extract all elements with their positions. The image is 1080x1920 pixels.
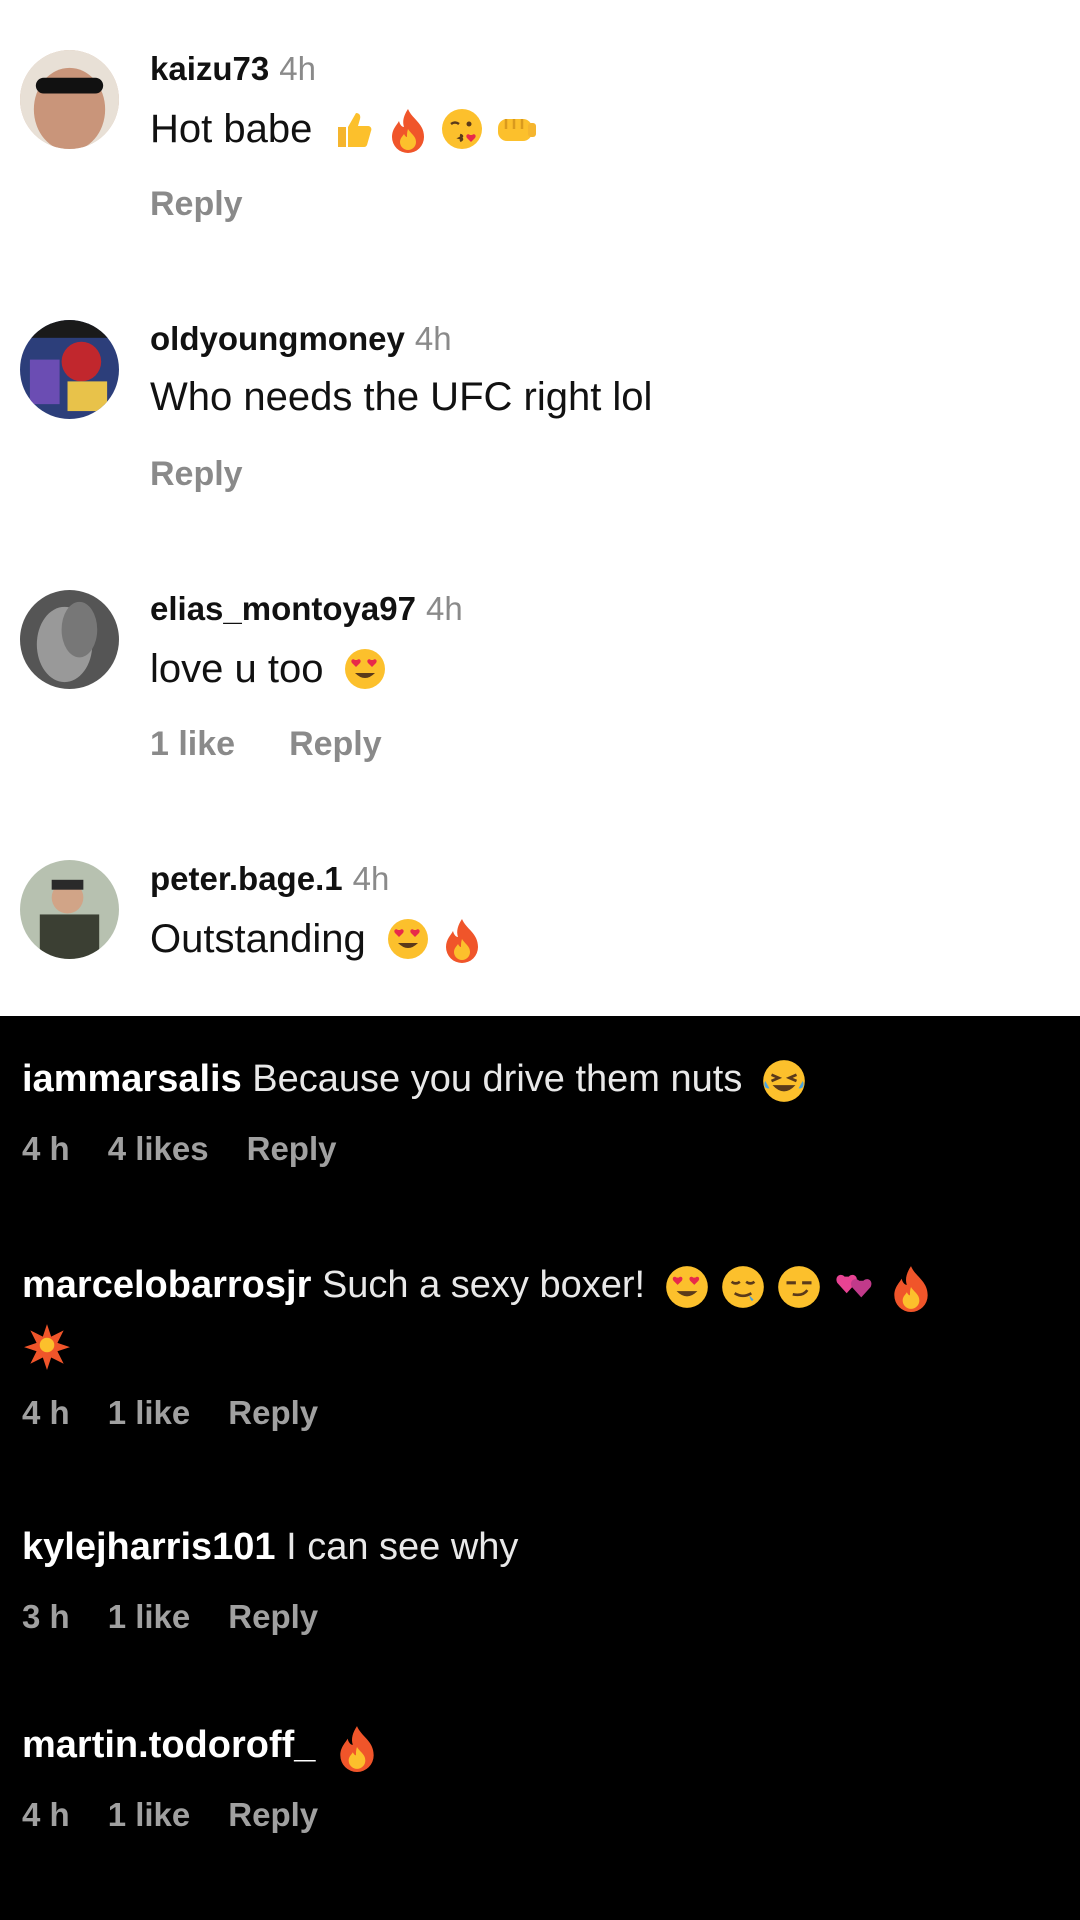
dark-comments-panel: iammarsalis Because you drive them nuts …: [0, 1016, 1080, 1920]
comment-header: elias_montoya97 4h: [150, 590, 463, 628]
drooling-face-icon: [718, 1262, 768, 1312]
fire-icon: [384, 105, 432, 153]
comment-body: Who needs the UFC right lol: [150, 375, 652, 420]
timestamp: 4 h: [22, 1394, 70, 1431]
likes-count[interactable]: 1 like: [108, 1394, 191, 1432]
username[interactable]: iammarsalis: [22, 1058, 242, 1100]
reply-button[interactable]: Reply: [289, 725, 382, 764]
username[interactable]: martin.todoroff_: [22, 1724, 315, 1766]
avatar[interactable]: [20, 50, 119, 149]
smirk-face-icon: [774, 1262, 824, 1312]
comment-text: Because you drive them nuts: [252, 1058, 743, 1100]
heart-eyes-face-icon: [384, 915, 432, 963]
laughing-tears-face-icon: [759, 1056, 809, 1106]
fire-icon: [886, 1262, 936, 1312]
username[interactable]: kylejharris101: [22, 1526, 276, 1568]
reply-button[interactable]: Reply: [228, 1394, 318, 1432]
comment-actions: 1 like Reply: [150, 725, 382, 764]
comment-text: Such a sexy boxer!: [321, 1264, 646, 1306]
comment-actions: Reply: [150, 185, 243, 224]
comment-item: oldyoungmoney 4h Who needs the UFC right …: [0, 310, 1080, 510]
comment-text: Outstanding: [150, 916, 366, 961]
timestamp: 4h: [414, 320, 452, 357]
comment-body: kylejharris101 I can see why: [22, 1518, 1072, 1576]
likes-count[interactable]: 1 like: [108, 1796, 191, 1834]
username[interactable]: elias_montoya97: [150, 590, 416, 627]
timestamp: 4h: [425, 590, 463, 627]
fire-icon: [332, 1722, 382, 1772]
comment-body: martin.todoroff_: [22, 1716, 1072, 1774]
username[interactable]: marcelobarrosjr: [22, 1264, 311, 1306]
comment-header: oldyoungmoney 4h: [150, 320, 452, 358]
likes-count[interactable]: 4 likes: [108, 1130, 209, 1168]
comment-body: iammarsalis Because you drive them nuts: [22, 1050, 1072, 1108]
heart-eyes-face-icon: [662, 1262, 712, 1312]
comment-body: Hot babe: [150, 105, 540, 153]
comment-text: Hot babe: [150, 106, 313, 151]
username[interactable]: peter.bage.1: [150, 860, 343, 897]
avatar[interactable]: [20, 320, 119, 419]
reply-button[interactable]: Reply: [150, 455, 243, 494]
likes-count[interactable]: 1 like: [150, 725, 235, 764]
thumbs-up-icon: [330, 105, 378, 153]
comment-item: kylejharris101 I can see why 3 h 1 like …: [22, 1518, 1072, 1636]
heart-eyes-face-icon: [341, 645, 389, 693]
comment-actions: 4 h 4 likes Reply: [22, 1130, 1072, 1168]
timestamp: 3 h: [22, 1598, 70, 1635]
username[interactable]: kaizu73: [150, 50, 269, 87]
reply-button[interactable]: Reply: [150, 185, 243, 224]
avatar[interactable]: [20, 860, 119, 959]
username[interactable]: oldyoungmoney: [150, 320, 405, 357]
comment-item: iammarsalis Because you drive them nuts …: [22, 1050, 1072, 1168]
reply-button[interactable]: Reply: [247, 1130, 337, 1168]
comment-actions: Reply: [150, 455, 243, 494]
timestamp: 4 h: [22, 1130, 70, 1167]
two-hearts-icon: [830, 1262, 880, 1312]
avatar[interactable]: [20, 590, 119, 689]
comment-body: Outstanding: [150, 915, 486, 963]
timestamp: 4 h: [22, 1796, 70, 1833]
kissing-face-icon: [438, 105, 486, 153]
comment-actions: 3 h 1 like Reply: [22, 1598, 1072, 1636]
comment-text: Who needs the UFC right lol: [150, 375, 653, 419]
comment-actions: 4 h 1 like Reply: [22, 1796, 1072, 1834]
fire-icon: [438, 915, 486, 963]
comment-header: kaizu73 4h: [150, 50, 316, 88]
timestamp: 4h: [279, 50, 316, 87]
light-comments-panel: kaizu73 4h Hot babe Reply oldyoungmoney …: [0, 0, 1080, 1016]
reply-button[interactable]: Reply: [228, 1796, 318, 1834]
comment-text: love u too: [150, 646, 324, 691]
comment-item: peter.bage.1 4h Outstanding: [0, 850, 1080, 1016]
comment-item: kaizu73 4h Hot babe Reply: [0, 40, 1080, 240]
comment-text: I can see why: [286, 1526, 519, 1568]
timestamp: 4h: [352, 860, 390, 897]
comment-body: love u too: [150, 645, 389, 693]
reply-button[interactable]: Reply: [228, 1598, 318, 1636]
collision-icon: [22, 1320, 72, 1370]
comment-header: peter.bage.1 4h: [150, 860, 389, 898]
fist-bump-icon: [492, 105, 540, 153]
comment-item: martin.todoroff_ 4 h 1 like Reply: [22, 1716, 1072, 1834]
comment-actions: 4 h 1 like Reply: [22, 1394, 1072, 1432]
comment-item: marcelobarrosjr Such a sexy boxer! 4 h 1…: [22, 1256, 1072, 1432]
comment-item: elias_montoya97 4h love u too 1 like Repl…: [0, 580, 1080, 780]
comment-body: marcelobarrosjr Such a sexy boxer!: [22, 1256, 1072, 1372]
likes-count[interactable]: 1 like: [108, 1598, 191, 1636]
